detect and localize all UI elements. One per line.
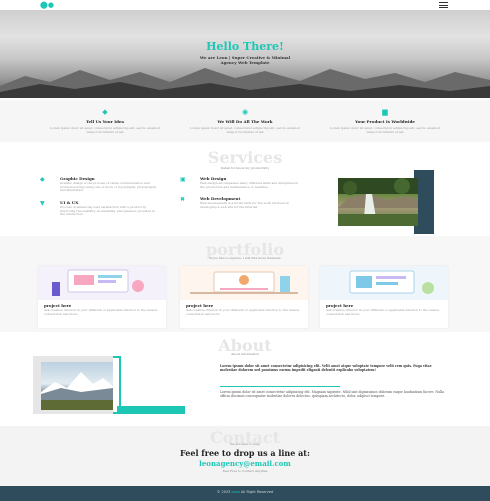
service-item: ▣ Web Design Web design encompasses many… <box>180 176 300 196</box>
feature-title: Your Product Is Worldwide <box>355 119 415 124</box>
service-desc: Graphic design is the process of visual … <box>60 181 157 193</box>
contact-note: Feel Free to Contact Anytime <box>222 469 268 473</box>
footer-suffix: All Right Reserved <box>239 490 274 494</box>
service-item: ◆ Graphic Design Graphic design is the p… <box>40 176 160 196</box>
hero-subtitle-line2: Agency Web Template <box>220 60 270 65</box>
hero-subtitle: We are Leon | Super Creative & Minimal A… <box>0 55 490 65</box>
diamond-icon: ◆ <box>102 108 108 116</box>
portfolio-card[interactable]: project here Ask creative director in yo… <box>320 266 448 328</box>
contact-line: Feel free to drop us a line at: <box>180 448 310 458</box>
footer-brand[interactable]: Leon <box>232 490 240 494</box>
services-section: Services Detail for know my productivity… <box>0 142 490 234</box>
waterfall-graphic <box>338 178 418 226</box>
feature-title: We Will Do All The Work <box>217 119 273 124</box>
top-nav: ⬤● <box>0 0 490 10</box>
footer: © 2023 Leon All Right Reserved <box>0 486 490 501</box>
mountain-photo <box>41 362 113 410</box>
about-section: About About information Lorem ipsum dolo… <box>0 334 490 424</box>
cross-icon: ✖ <box>180 196 186 203</box>
feature-desc: Lorem ipsum dolor sit amet, consectetur … <box>330 126 440 134</box>
diamond-icon: ◆ <box>40 176 45 183</box>
service-desc: Process of enhancing user satisfaction w… <box>60 205 155 217</box>
feature-item: ▆ Your Product Is Worldwide Lorem ipsum … <box>325 108 445 134</box>
portfolio-section: portfolio If you like to explore, I will… <box>0 236 490 332</box>
chart-icon: ▆ <box>382 108 388 116</box>
portfolio-card-desc: Ask creative director in your different … <box>44 308 159 316</box>
feature-item: ◆ Tell Us Your Idea Lorem ipsum dolor si… <box>45 108 165 134</box>
service-desc: Web development is a broad term for the … <box>200 201 289 209</box>
feature-desc: Lorem ipsum dolor sit amet, consectetur … <box>50 126 160 134</box>
feature-item: ◉ We Will Do All The Work Lorem ipsum do… <box>185 108 305 134</box>
portfolio-card[interactable]: project here Ask creative director in yo… <box>38 266 166 328</box>
contact-email-link[interactable]: leonagency@email.com <box>0 459 490 468</box>
contact-subheading: We are here to help <box>230 442 260 446</box>
contact-section: Contact We are here to help Feel free to… <box>0 426 490 486</box>
waterfall-photo <box>338 178 418 226</box>
portfolio-thumbnail <box>180 266 308 300</box>
monitor-icon: ▣ <box>180 176 186 183</box>
service-desc: Web design encompasses many different sk… <box>200 181 299 189</box>
feature-desc: Lorem ipsum dolor sit amet, consectetur … <box>190 126 300 134</box>
feature-title: Tell Us Your Idea <box>85 119 124 124</box>
about-image <box>33 356 193 418</box>
portfolio-subheading: If you like to explore, I will find more… <box>209 256 281 260</box>
hamburger-icon[interactable] <box>439 2 448 8</box>
portfolio-card-desc: Ask creative director in your different … <box>326 308 441 316</box>
portfolio-card[interactable]: project here Ask creative director in yo… <box>180 266 308 328</box>
service-item: ▼ UI & UX Process of enhancing user sati… <box>40 200 160 220</box>
layers-icon: ▼ <box>40 200 45 207</box>
portfolio-thumbnail <box>320 266 448 300</box>
footer-prefix: © 2023 <box>216 490 232 494</box>
portfolio-thumbnail <box>38 266 166 300</box>
about-image-accent-bar <box>117 406 185 414</box>
hero-title: Hello There! <box>206 40 284 53</box>
site-logo[interactable]: ⬤● <box>40 1 54 9</box>
services-heading: Services <box>207 148 283 167</box>
service-item: ✖ Web Development Web development is a b… <box>180 196 300 216</box>
features-strip: ◆ Tell Us Your Idea Lorem ipsum dolor si… <box>0 100 490 142</box>
portfolio-card-desc: Ask creative director in your different … <box>186 308 301 316</box>
about-body-text: Lorem ipsum dolor sit amet consectetur a… <box>220 390 445 398</box>
about-divider <box>220 386 340 387</box>
about-lead-text: Lorem ipsum dolor sit amet consectetur a… <box>220 364 432 372</box>
footer-copyright: © 2023 Leon All Right Reserved <box>0 490 490 494</box>
hero-section: Hello There! We are Leon | Super Creativ… <box>0 10 490 98</box>
eye-icon: ◉ <box>241 108 249 116</box>
services-image <box>338 170 434 234</box>
